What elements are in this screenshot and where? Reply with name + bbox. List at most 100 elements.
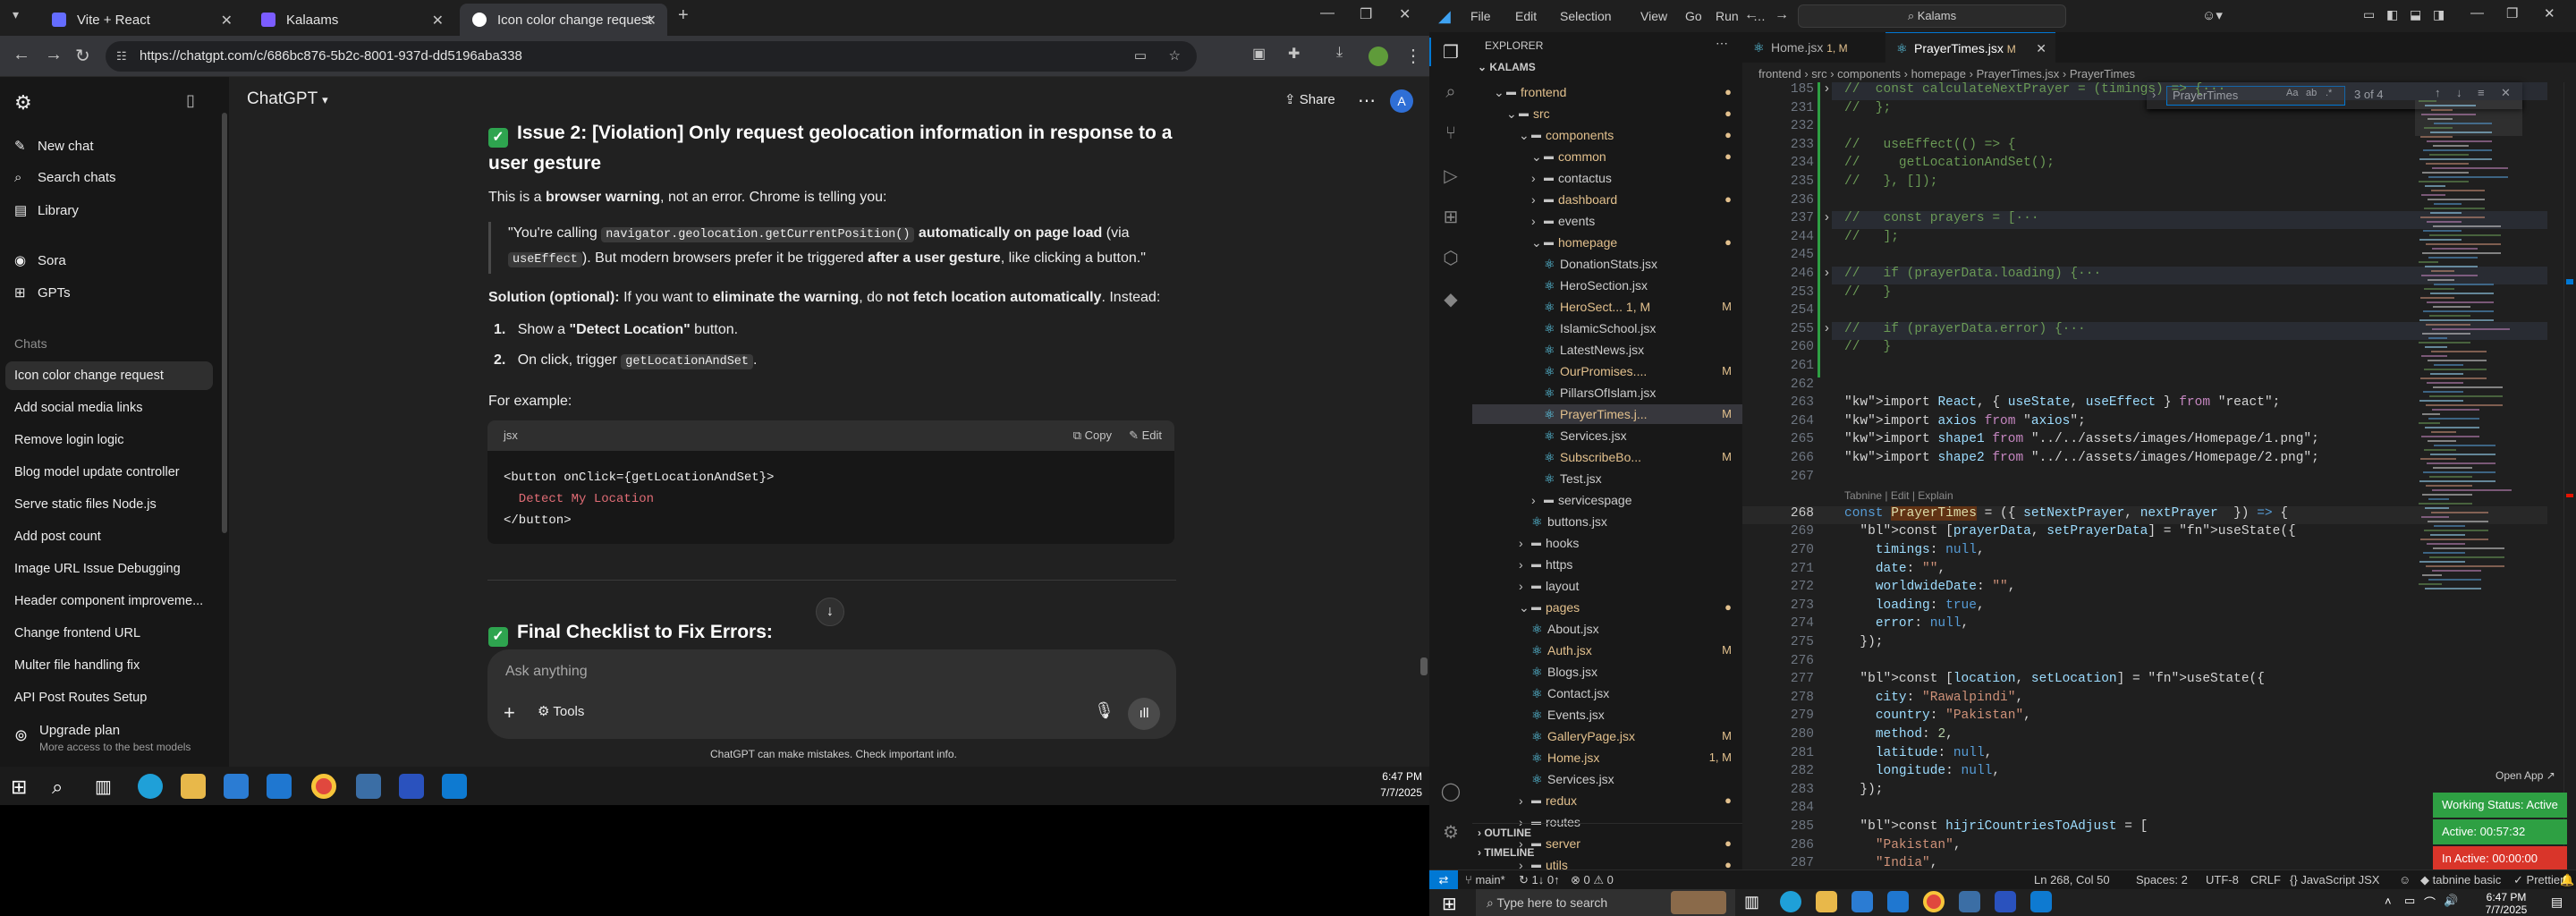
tree-file[interactable]: ⚛ Contact.jsx: [1472, 683, 1742, 703]
close-tab-icon[interactable]: ✕: [432, 12, 444, 30]
tree-folder[interactable]: ⌄ ▬ common ●: [1472, 147, 1742, 166]
tree-folder[interactable]: › ▬ redux ●: [1472, 791, 1742, 810]
edge-icon[interactable]: [138, 774, 163, 799]
show-hidden-icons-icon[interactable]: ˄: [2385, 895, 2392, 908]
mail-icon[interactable]: [1887, 891, 1909, 912]
sidebar-item-new-chat[interactable]: ✎ New chat: [14, 138, 94, 154]
site-info-icon[interactable]: ☷: [116, 41, 127, 72]
chat-list-item[interactable]: Header component improveme...: [14, 594, 203, 608]
copy-button[interactable]: ⧉ Copy: [1073, 420, 1112, 451]
tree-folder[interactable]: ⌄ ▬ src ●: [1472, 104, 1742, 123]
prettier-status[interactable]: ✓ Prettier: [2513, 870, 2563, 890]
codelens-hint[interactable]: Tabnine | Edit | Explain: [1844, 489, 1953, 502]
maximize-icon[interactable]: ❐: [1360, 5, 1372, 23]
file-explorer-icon[interactable]: [181, 774, 206, 799]
tabnine-status[interactable]: ◆ tabnine basic: [2420, 870, 2501, 890]
vscode-icon[interactable]: [2030, 891, 2052, 912]
edit-button[interactable]: ✎ Edit: [1129, 420, 1162, 451]
source-control-icon[interactable]: ⑂: [1440, 123, 1462, 145]
app-icon[interactable]: [356, 774, 381, 799]
fold-chevron-icon[interactable]: ›: [1823, 211, 1831, 225]
open-app-link[interactable]: Open App ↗: [2496, 769, 2555, 782]
fold-chevron-icon[interactable]: ›: [1823, 82, 1831, 97]
close-window-icon[interactable]: ✕: [1399, 5, 1411, 23]
forward-icon[interactable]: →: [45, 45, 63, 65]
task-view-icon[interactable]: ▥: [95, 776, 112, 798]
language-mode[interactable]: {} JavaScript JSX: [2290, 870, 2379, 890]
app-icon[interactable]: [1995, 891, 2016, 912]
remote-explorer-icon[interactable]: ⬡: [1440, 247, 1462, 268]
end-of-line[interactable]: CRLF: [2250, 870, 2281, 890]
tree-folder[interactable]: › ▬ events: [1472, 211, 1742, 231]
tabnine-icon[interactable]: ◆: [1440, 288, 1462, 310]
battery-icon[interactable]: ▭: [2404, 894, 2415, 908]
app-icon[interactable]: [1959, 891, 1980, 912]
tree-folder[interactable]: › ▬ contactus: [1472, 168, 1742, 188]
file-explorer-icon[interactable]: [1816, 891, 1837, 912]
copilot-icon[interactable]: ☺▾: [2202, 7, 2223, 23]
more-options-icon[interactable]: ⋯: [1358, 89, 1376, 112]
notification-center-icon[interactable]: ▤: [2551, 895, 2563, 910]
maximize-icon[interactable]: ❐: [2506, 5, 2518, 21]
menu-item[interactable]: Edit: [1515, 9, 1537, 23]
reload-icon[interactable]: ↻: [75, 45, 90, 67]
toggle-panel-icon[interactable]: ⬓: [2410, 7, 2421, 22]
sidebar-item-gpts[interactable]: ⊞ GPTs: [14, 284, 71, 301]
search-icon[interactable]: ⌕: [1440, 82, 1462, 104]
working-status-badge[interactable]: Working Status: Active: [2433, 793, 2567, 818]
menu-item[interactable]: Selection: [1560, 9, 1612, 23]
notifications-bell-icon[interactable]: 🔔: [2560, 870, 2574, 890]
app-icon[interactable]: [399, 774, 424, 799]
encoding[interactable]: UTF-8: [2206, 870, 2239, 890]
tree-file[interactable]: ⚛ IslamicSchool.jsx: [1472, 318, 1742, 338]
forward-icon[interactable]: →: [1775, 7, 1789, 23]
breadcrumb-item[interactable]: PrayerTimes: [2070, 67, 2135, 81]
tree-file[interactable]: ⚛ HeroSection.jsx: [1472, 276, 1742, 295]
task-view-icon[interactable]: ▥: [1744, 893, 1759, 912]
tree-file[interactable]: ⚛ OurPromises.... M: [1472, 361, 1742, 381]
menu-item[interactable]: File: [1470, 9, 1491, 23]
install-icon[interactable]: ▭: [1134, 41, 1147, 72]
url-field[interactable]: ☷ https://chatgpt.com/c/686bc876-5b2c-80…: [106, 41, 1197, 72]
tree-file[interactable]: ⚛ HeroSect... 1, M M: [1472, 297, 1742, 317]
back-icon[interactable]: ←: [1744, 7, 1758, 23]
microphone-icon[interactable]: 🎙: [1094, 701, 1114, 720]
chrome-icon[interactable]: [1923, 891, 1945, 912]
tree-folder[interactable]: › ▬ dashboard ●: [1472, 190, 1742, 209]
windows-start-icon[interactable]: ⊞: [11, 776, 27, 799]
chat-list-item[interactable]: Change frontend URL: [14, 626, 140, 640]
tree-folder[interactable]: › ▬ servicespage: [1472, 490, 1742, 510]
breadcrumb-item[interactable]: PrayerTimes.jsx: [1977, 67, 2060, 81]
voice-mode-button[interactable]: ıll: [1128, 698, 1160, 730]
close-sidebar-icon[interactable]: ▯: [186, 91, 195, 110]
tab-home-jsx[interactable]: ⚛ Home.jsx 1, M: [1742, 32, 1885, 63]
tab-prayertimes-jsx[interactable]: ⚛ PrayerTimes.jsx M ✕: [1885, 32, 2055, 63]
workspace-root[interactable]: ⌄ KALAMS: [1478, 61, 1536, 73]
page-scrollbar[interactable]: [1420, 657, 1428, 675]
chat-list-item[interactable]: Add post count: [14, 530, 101, 544]
close-tab-icon[interactable]: ✕: [2036, 33, 2046, 64]
model-selector[interactable]: ChatGPT ▾: [247, 89, 328, 109]
cursor-position[interactable]: Ln 268, Col 50: [2034, 870, 2110, 890]
settings-gear-icon[interactable]: ⚙: [1440, 821, 1462, 843]
windows-start-icon[interactable]: ⊞: [1442, 893, 1457, 915]
tree-file[interactable]: ⚛ Blogs.jsx: [1472, 662, 1742, 682]
branch-indicator[interactable]: ⑂ main*: [1465, 870, 1505, 890]
explorer-files-icon[interactable]: ❐: [1440, 41, 1462, 63]
chat-list-item[interactable]: Image URL Issue Debugging: [14, 562, 181, 576]
extension-icon[interactable]: ▣: [1252, 45, 1266, 63]
tree-folder[interactable]: ⌄ ▬ components ●: [1472, 125, 1742, 145]
tree-file[interactable]: ⚛ LatestNews.jsx: [1472, 340, 1742, 360]
minimize-icon[interactable]: —: [2470, 5, 2484, 21]
tree-file[interactable]: ⚛ Auth.jsx M: [1472, 640, 1742, 660]
profile-avatar[interactable]: [1368, 47, 1388, 66]
tree-file[interactable]: ⚛ Services.jsx: [1472, 769, 1742, 789]
editor-scrollbar[interactable]: [2563, 82, 2574, 869]
browser-tab-vite[interactable]: Vite + React ✕: [39, 4, 243, 36]
tab-list-icon[interactable]: ▾: [13, 7, 19, 22]
tree-file[interactable]: ⚛ About.jsx: [1472, 619, 1742, 639]
close-window-icon[interactable]: ✕: [2544, 5, 2555, 21]
download-icon[interactable]: ⤓: [1336, 45, 1343, 61]
search-icon[interactable]: ⌕: [52, 776, 63, 799]
command-center-search[interactable]: ⌕ Kalams: [1798, 4, 2066, 28]
